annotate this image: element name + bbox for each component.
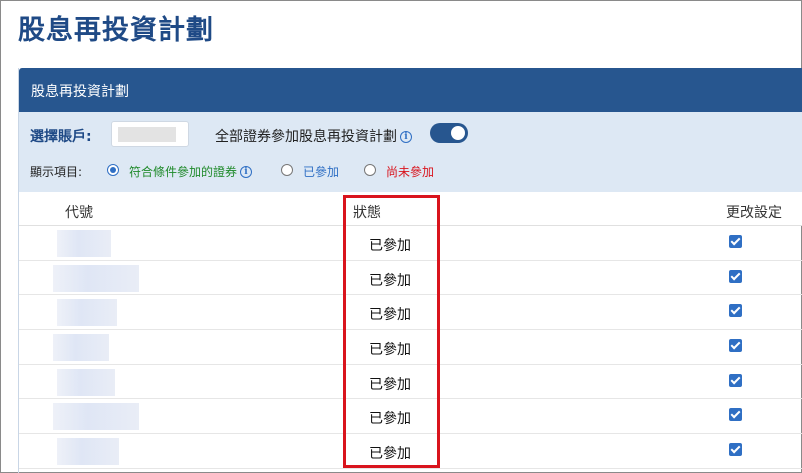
all-securities-label: 全部證券參加股息再投資計劃 i (215, 126, 412, 146)
status-text: 已參加 (369, 307, 411, 324)
code-redacted (57, 438, 119, 466)
account-select[interactable] (111, 121, 189, 147)
table-row: 已參加 (19, 399, 802, 435)
code-redacted (53, 403, 139, 431)
radio-eligible[interactable] (107, 164, 119, 176)
display-items-label: 顯示項目: (30, 165, 83, 179)
status-text: 已參加 (369, 238, 411, 254)
option-eligible-label[interactable]: 符合條件參加的證券 i (129, 163, 253, 180)
change-setting-checkbox[interactable] (729, 269, 742, 283)
info-icon[interactable]: i (240, 166, 253, 178)
change-setting-checkbox[interactable] (729, 408, 742, 422)
toggle-knob (451, 126, 465, 140)
change-setting-checkbox[interactable] (729, 339, 742, 353)
code-redacted (53, 264, 139, 292)
panel-header: 股息再投資計劃 (19, 68, 802, 112)
option-not-joined-label[interactable]: 尚未參加 (386, 163, 434, 180)
status-text: 已參加 (369, 272, 411, 289)
status-text: 已參加 (369, 411, 411, 428)
page-title: 股息再投資計劃 (18, 15, 214, 46)
table-row: 已參加 (19, 261, 802, 296)
status-text: 已參加 (369, 446, 411, 463)
code-redacted (53, 334, 109, 362)
column-change-setting: 更改設定 (726, 205, 782, 221)
column-status: 狀態 (353, 205, 381, 221)
table-row: 已參加 (19, 365, 802, 400)
status-text: 已參加 (369, 342, 411, 359)
change-setting-checkbox[interactable] (729, 373, 742, 387)
info-icon[interactable]: i (400, 131, 412, 143)
code-redacted (57, 230, 111, 257)
change-setting-checkbox[interactable] (729, 443, 742, 457)
table-row: 已參加 (19, 226, 802, 261)
account-value-redacted (118, 127, 176, 142)
status-text: 已參加 (369, 376, 411, 393)
code-redacted (57, 368, 115, 396)
all-securities-toggle[interactable] (430, 123, 468, 143)
account-label: 選擇賬戶: (30, 129, 92, 145)
option-joined-label[interactable]: 已參加 (303, 163, 339, 180)
table-row: 已參加 (19, 434, 802, 469)
drip-panel: 股息再投資計劃 選擇賬戶: 全部證券參加股息再投資計劃 i 顯示項目: 符合條件參… (18, 68, 802, 473)
change-setting-checkbox[interactable] (729, 304, 742, 318)
filter-area: 選擇賬戶: 全部證券參加股息再投資計劃 i 顯示項目: 符合條件參加的證券 i 已參… (19, 112, 802, 192)
change-setting-checkbox[interactable] (729, 235, 742, 248)
table-row: 已參加 (19, 330, 802, 365)
table-row: 已參加 (19, 295, 802, 331)
radio-joined[interactable] (281, 164, 293, 176)
column-code: 代號 (65, 205, 93, 221)
radio-not-joined[interactable] (364, 164, 376, 176)
code-redacted (57, 299, 117, 327)
table-header: 代號 狀態 更改設定 (19, 192, 802, 226)
